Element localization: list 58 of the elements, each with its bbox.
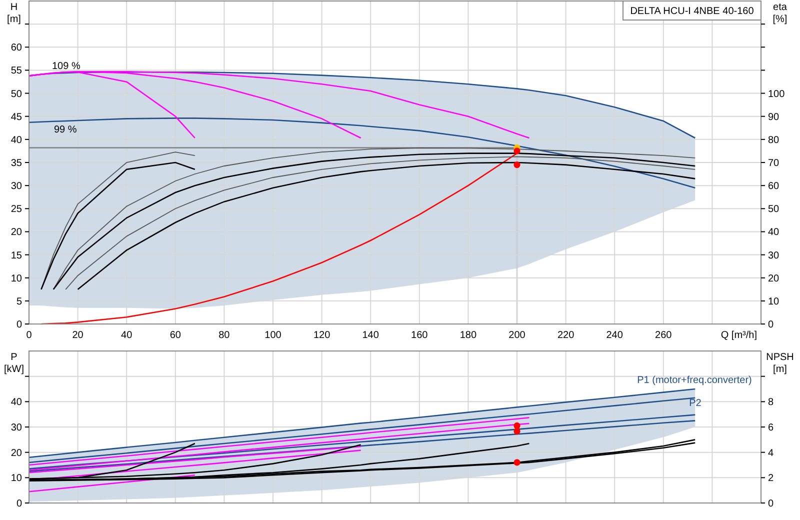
x-tick-label: 100 [264,330,282,340]
y-tick-label: 10 [768,296,780,308]
y-tick-label: 20 [768,273,780,284]
x-tick-label: 140 [362,330,379,340]
x-tick-label: 0 [26,330,32,340]
y-tick-label: 100 [768,88,785,100]
y-tick-label: 0 [768,320,774,330]
x-tick-label: 180 [460,330,477,340]
y-tick-label: 0 [16,320,22,330]
y-tick-label: 40 [10,397,22,408]
x-tick-label: 80 [218,330,230,340]
y-axis-label: NPSH [m] [766,352,794,375]
y-tick-label: 50 [768,204,780,216]
y-tick-label: 35 [10,158,22,169]
y-tick-label: 45 [10,112,22,123]
x-tick-label: 40 [121,330,132,340]
y-tick-label: 80 [768,134,780,146]
y-tick-label: 20 [10,448,22,459]
x-axis-label: Q [m³/h] [720,330,757,340]
chart-title: DELTA HCU-I 4NBE 40-160 [622,0,762,20]
y-tick-label: 10 [10,273,22,284]
x-tick-label: 260 [655,330,672,340]
curve-label: P1 (motor+freq.converter) [637,375,752,386]
y-tick-label: 2 [768,473,774,484]
y-tick-label: 60 [10,42,22,54]
y-tick-label: 60 [768,181,780,192]
y-tick-label: 30 [10,181,22,192]
x-tick-label: 240 [606,330,623,340]
y-tick-label: 40 [768,227,780,238]
x-tick-label: 120 [313,330,330,340]
y-tick-label: 30 [10,422,22,434]
x-tick-label: 200 [508,330,526,340]
x-tick-label: 60 [170,330,181,340]
x-tick-label: 160 [411,330,428,340]
x-tick-label: 220 [557,330,574,340]
y-tick-label: 4 [768,448,774,459]
y-tick-label: 0 [768,498,774,510]
y-tick-label: 10 [10,473,22,484]
y-tick-label: 50 [10,88,22,100]
curve-label: P2 [689,398,702,409]
x-tick-label: 20 [72,330,84,340]
y-axis-label: eta [%] [772,2,788,25]
y-axis-label: P [kW] [4,352,24,375]
y-tick-label: 8 [768,397,774,408]
y-tick-label: 5 [16,296,22,308]
y-tick-label: 40 [10,134,22,146]
y-tick-label: 0 [16,498,22,510]
y-tick-label: 90 [768,112,780,123]
y-tick-label: 25 [10,204,22,216]
y-tick-label: 30 [768,250,780,262]
y-tick-label: 55 [10,66,22,77]
curve-label: 99 % [54,124,77,136]
y-tick-label: 6 [768,422,774,434]
y-axis-label: H [m] [7,2,21,25]
y-tick-label: 15 [10,250,22,262]
curve-label: 109 % [52,60,80,72]
y-tick-label: 70 [768,158,780,169]
y-tick-label: 20 [10,227,22,238]
